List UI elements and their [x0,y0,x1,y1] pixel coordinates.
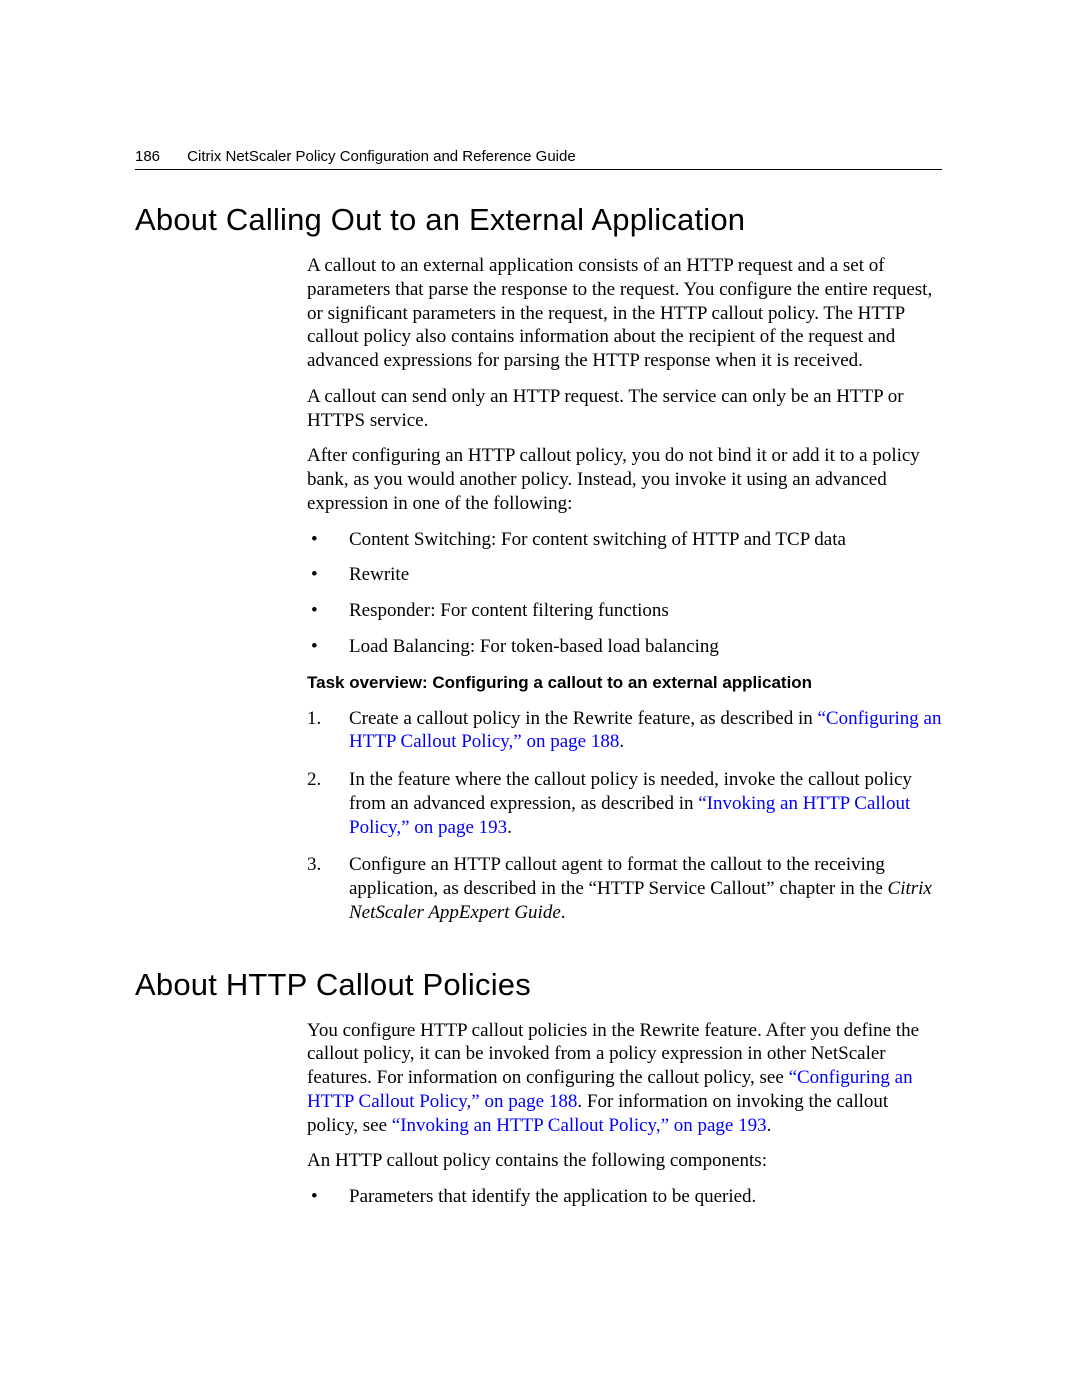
section-gap [135,939,942,967]
paragraph: A callout can send only an HTTP request.… [307,385,942,433]
list-item: Content Switching: For content switching… [307,528,942,552]
section-2-body: You configure HTTP callout policies in t… [307,1019,942,1209]
paragraph: You configure HTTP callout policies in t… [307,1019,942,1138]
section-heading-2: About HTTP Callout Policies [135,967,942,1003]
cross-reference-link[interactable]: “Invoking an HTTP Callout Policy,” on pa… [392,1115,767,1136]
header-rule [135,169,942,170]
list-item: Rewrite [307,563,942,587]
step-item: In the feature where the callout policy … [307,768,942,839]
list-item: Responder: For content filtering functio… [307,599,942,623]
section-1-body: A callout to an external application con… [307,254,942,925]
step-text: . [619,731,624,752]
step-item: Create a callout policy in the Rewrite f… [307,707,942,755]
page: 186 Citrix NetScaler Policy Configuratio… [0,0,1080,1397]
paragraph: An HTTP callout policy contains the foll… [307,1149,942,1173]
paragraph: After configuring an HTTP callout policy… [307,444,942,515]
section-heading-1: About Calling Out to an External Applica… [135,202,942,238]
paragraph: A callout to an external application con… [307,254,942,373]
step-text: . [507,817,512,838]
list-item: Load Balancing: For token-based load bal… [307,635,942,659]
step-text: . [561,902,566,923]
task-overview-heading: Task overview: Configuring a callout to … [307,673,942,693]
list-item: Parameters that identify the application… [307,1185,942,1209]
bullet-list: Content Switching: For content switching… [307,528,942,659]
header-title: Citrix NetScaler Policy Configuration an… [187,148,576,165]
bullet-list: Parameters that identify the application… [307,1185,942,1209]
step-text: Create a callout policy in the Rewrite f… [349,708,817,729]
step-item: Configure an HTTP callout agent to forma… [307,853,942,924]
ordered-steps: Create a callout policy in the Rewrite f… [307,707,942,925]
step-text: Configure an HTTP callout agent to forma… [349,854,888,899]
page-number: 186 [135,148,183,165]
running-header: 186 Citrix NetScaler Policy Configuratio… [135,148,942,165]
paragraph-text: . [767,1115,772,1136]
